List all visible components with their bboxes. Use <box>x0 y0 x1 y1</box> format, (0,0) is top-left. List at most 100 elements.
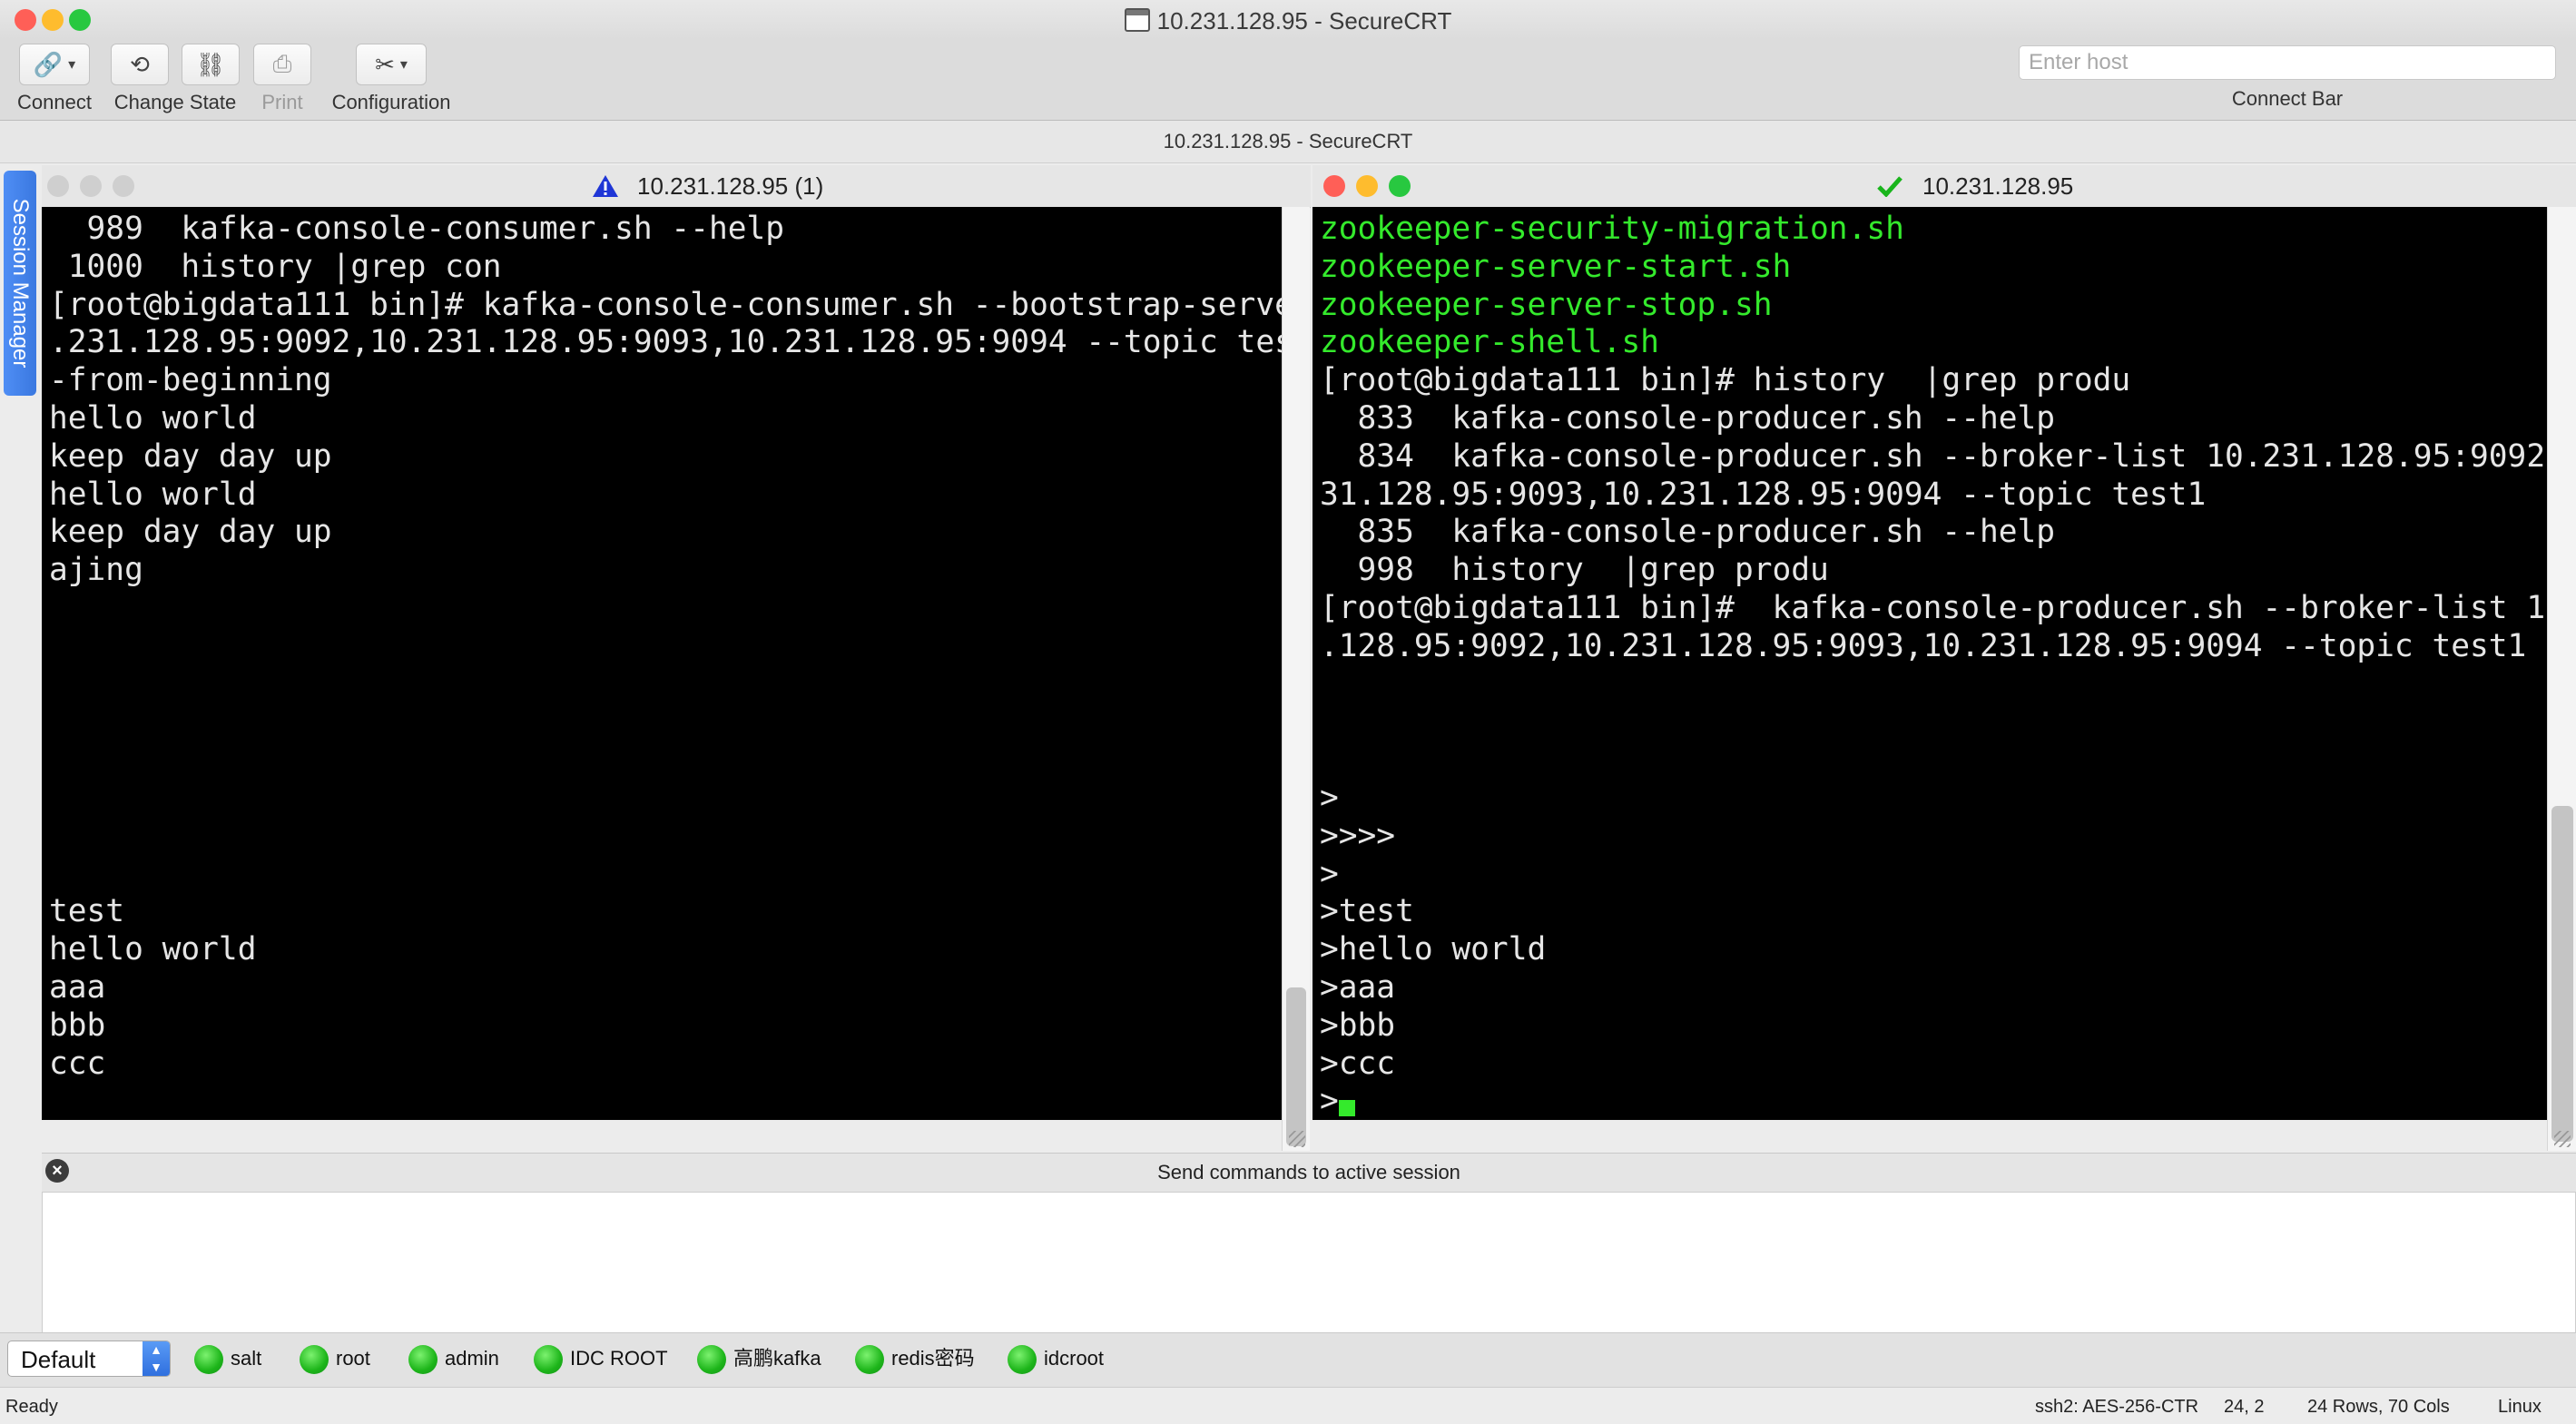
left-pane-resize-grip[interactable] <box>1289 1131 1305 1147</box>
terminal-line: ccc <box>49 1045 106 1082</box>
button-label: 高鹏kafka <box>733 1347 821 1370</box>
terminal-line: [root@bigdata111 bin]# history |grep pro… <box>1320 362 2131 399</box>
window-title-text: 10.231.128.95 - SecureCRT <box>1156 7 1452 34</box>
reconnect-icon[interactable]: ⟲ <box>111 44 169 85</box>
terminal-line: zookeeper-server-start.sh <box>1320 248 1792 285</box>
connect-bar-input[interactable] <box>2019 45 2556 80</box>
disconnect-icon[interactable]: ⛓ <box>182 44 240 85</box>
window-title: 10.231.128.95 - SecureCRT <box>0 7 2576 35</box>
green-dot-icon <box>534 1345 563 1375</box>
warning-icon <box>593 175 618 197</box>
command-window-header: × Send commands to active session <box>42 1153 2576 1193</box>
left-pane-minimize-button[interactable] <box>80 175 102 197</box>
right-pane-header[interactable]: 10.231.128.95 <box>1313 165 2576 208</box>
button-label: idcroot <box>1044 1347 1105 1370</box>
right-pane-title-text: 10.231.128.95 <box>1922 172 2074 200</box>
left-pane-header[interactable]: 10.231.128.95 (1) <box>42 165 1311 208</box>
terminal-line: 834 kafka-console-producer.sh --broker-l… <box>1320 437 2547 475</box>
status-bar: Ready ssh2: AES-256-CTR 24, 2 24 Rows, 7… <box>0 1387 2576 1424</box>
button-label: salt <box>231 1347 262 1370</box>
left-pane-title: 10.231.128.95 (1) <box>592 172 823 201</box>
terminal-line: hello world <box>49 399 257 437</box>
terminal-line: hello world <box>49 931 257 968</box>
button-bar-button-admin[interactable]: admin <box>408 1342 499 1375</box>
button-bar-select[interactable]: Default ▲ ▼ <box>7 1341 171 1377</box>
terminal-line: >aaa <box>1320 968 1396 1006</box>
left-terminal[interactable]: 989 kafka-console-consumer.sh --help 100… <box>42 207 1282 1120</box>
right-terminal-scrollbar[interactable] <box>2547 207 2576 1151</box>
terminal-app-icon <box>1124 8 1150 32</box>
button-label: IDC ROOT <box>570 1347 668 1370</box>
right-pane-minimize-button[interactable] <box>1356 175 1378 197</box>
button-bar-button-redis-password[interactable]: redis密码 <box>855 1342 975 1375</box>
green-dot-icon <box>408 1345 438 1375</box>
terminal-line: >>>> <box>1320 817 1396 854</box>
terminal-line: [root@bigdata111 bin]# kafka-console-con… <box>49 286 1282 323</box>
print-label: Print <box>261 91 303 113</box>
button-label: redis密码 <box>891 1347 975 1370</box>
right-pane-zoom-button[interactable] <box>1389 175 1411 197</box>
configuration-button[interactable]: ✂ ▾ Configuration <box>323 44 459 114</box>
terminal-line: > <box>1320 779 1339 816</box>
terminal-line: keep day day up <box>49 514 332 551</box>
terminal-line: > <box>1320 1083 1339 1120</box>
terminal-line: 31.128.95:9093,10.231.128.95:9094 --topi… <box>1320 476 2207 513</box>
right-terminal[interactable]: zookeeper-security-migration.sh zookeepe… <box>1313 207 2547 1120</box>
link-icon: 🔗 <box>33 50 64 78</box>
terminal-line: 835 kafka-console-producer.sh --help <box>1320 514 2056 551</box>
terminal-line: >test <box>1320 893 1414 930</box>
stepper-arrows-icon: ▲ ▼ <box>143 1341 170 1376</box>
status-os: Linux <box>2498 1397 2542 1417</box>
window-subtitle: 10.231.128.95 - SecureCRT <box>0 121 2576 163</box>
terminal-line: 1000 history |grep con <box>49 248 502 285</box>
terminal-line: >hello world <box>1320 931 1547 968</box>
terminal-line: 833 kafka-console-producer.sh --help <box>1320 399 2056 437</box>
terminal-line: zookeeper-security-migration.sh <box>1320 211 1904 247</box>
terminal-line: -from-beginning <box>49 362 332 399</box>
status-dimensions: 24 Rows, 70 Cols <box>2307 1397 2450 1417</box>
terminal-cursor <box>1338 1100 1355 1117</box>
left-pane-zoom-button[interactable] <box>113 175 134 197</box>
terminal-line: >ccc <box>1320 1045 1396 1082</box>
button-label: admin <box>445 1347 499 1370</box>
terminal-line: >bbb <box>1320 1007 1396 1044</box>
terminal-line: zookeeper-server-stop.sh <box>1320 286 1773 323</box>
terminal-line: bbb <box>49 1007 106 1044</box>
command-window-title: Send commands to active session <box>1157 1161 1460 1183</box>
right-pane-resize-grip[interactable] <box>2554 1131 2571 1147</box>
left-terminal-output: 989 kafka-console-consumer.sh --help 100… <box>42 207 1282 1083</box>
terminal-line: .231.128.95:9092,10.231.128.95:9093,10.2… <box>49 324 1282 361</box>
chevron-down-icon: ▾ <box>68 57 76 73</box>
left-scroll-thumb[interactable] <box>1286 987 1306 1146</box>
right-pane-close-button[interactable] <box>1323 175 1345 197</box>
green-dot-icon <box>855 1345 884 1375</box>
change-state-button[interactable]: ⟲ ⛓ Change State <box>107 44 243 114</box>
terminal-line: hello world <box>49 476 257 513</box>
button-bar-button-idc-root[interactable]: IDC ROOT <box>534 1342 668 1375</box>
right-scroll-thumb[interactable] <box>2551 806 2573 1142</box>
button-bar-button-gaopeng-kafka[interactable]: 高鹏kafka <box>697 1342 821 1375</box>
configuration-label: Configuration <box>331 91 451 113</box>
printer-icon: ⎙ <box>272 50 292 77</box>
connect-button[interactable]: 🔗 ▾ Connect <box>13 44 96 114</box>
button-bar-button-salt[interactable]: salt <box>194 1342 261 1375</box>
session-manager-label: Session Manager <box>8 198 33 368</box>
terminal-line: test <box>49 893 125 930</box>
checkmark-icon <box>1877 176 1903 198</box>
terminal-line: ajing <box>49 552 143 589</box>
session-manager-tab[interactable]: Session Manager <box>4 171 36 396</box>
left-terminal-scrollbar[interactable] <box>1282 207 1310 1151</box>
status-cursor-position: 24, 2 <box>2224 1397 2265 1417</box>
green-dot-icon <box>194 1345 223 1375</box>
button-bar-button-idcroot[interactable]: idcroot <box>1008 1342 1104 1375</box>
print-button[interactable]: ⎙ Print <box>251 44 314 114</box>
terminal-line: 998 history |grep produ <box>1320 552 1829 589</box>
green-dot-icon <box>697 1345 726 1375</box>
button-bar-button-root[interactable]: root <box>300 1342 370 1375</box>
terminal-line: .128.95:9092,10.231.128.95:9093,10.231.1… <box>1320 627 2527 664</box>
terminal-line: 989 kafka-console-consumer.sh --help <box>49 211 785 247</box>
command-window-input[interactable] <box>42 1192 2576 1333</box>
green-dot-icon <box>1008 1345 1037 1375</box>
left-pane-close-button[interactable] <box>47 175 69 197</box>
terminal-line: [root@bigdata111 bin]# kafka-console-pro… <box>1320 589 2547 626</box>
